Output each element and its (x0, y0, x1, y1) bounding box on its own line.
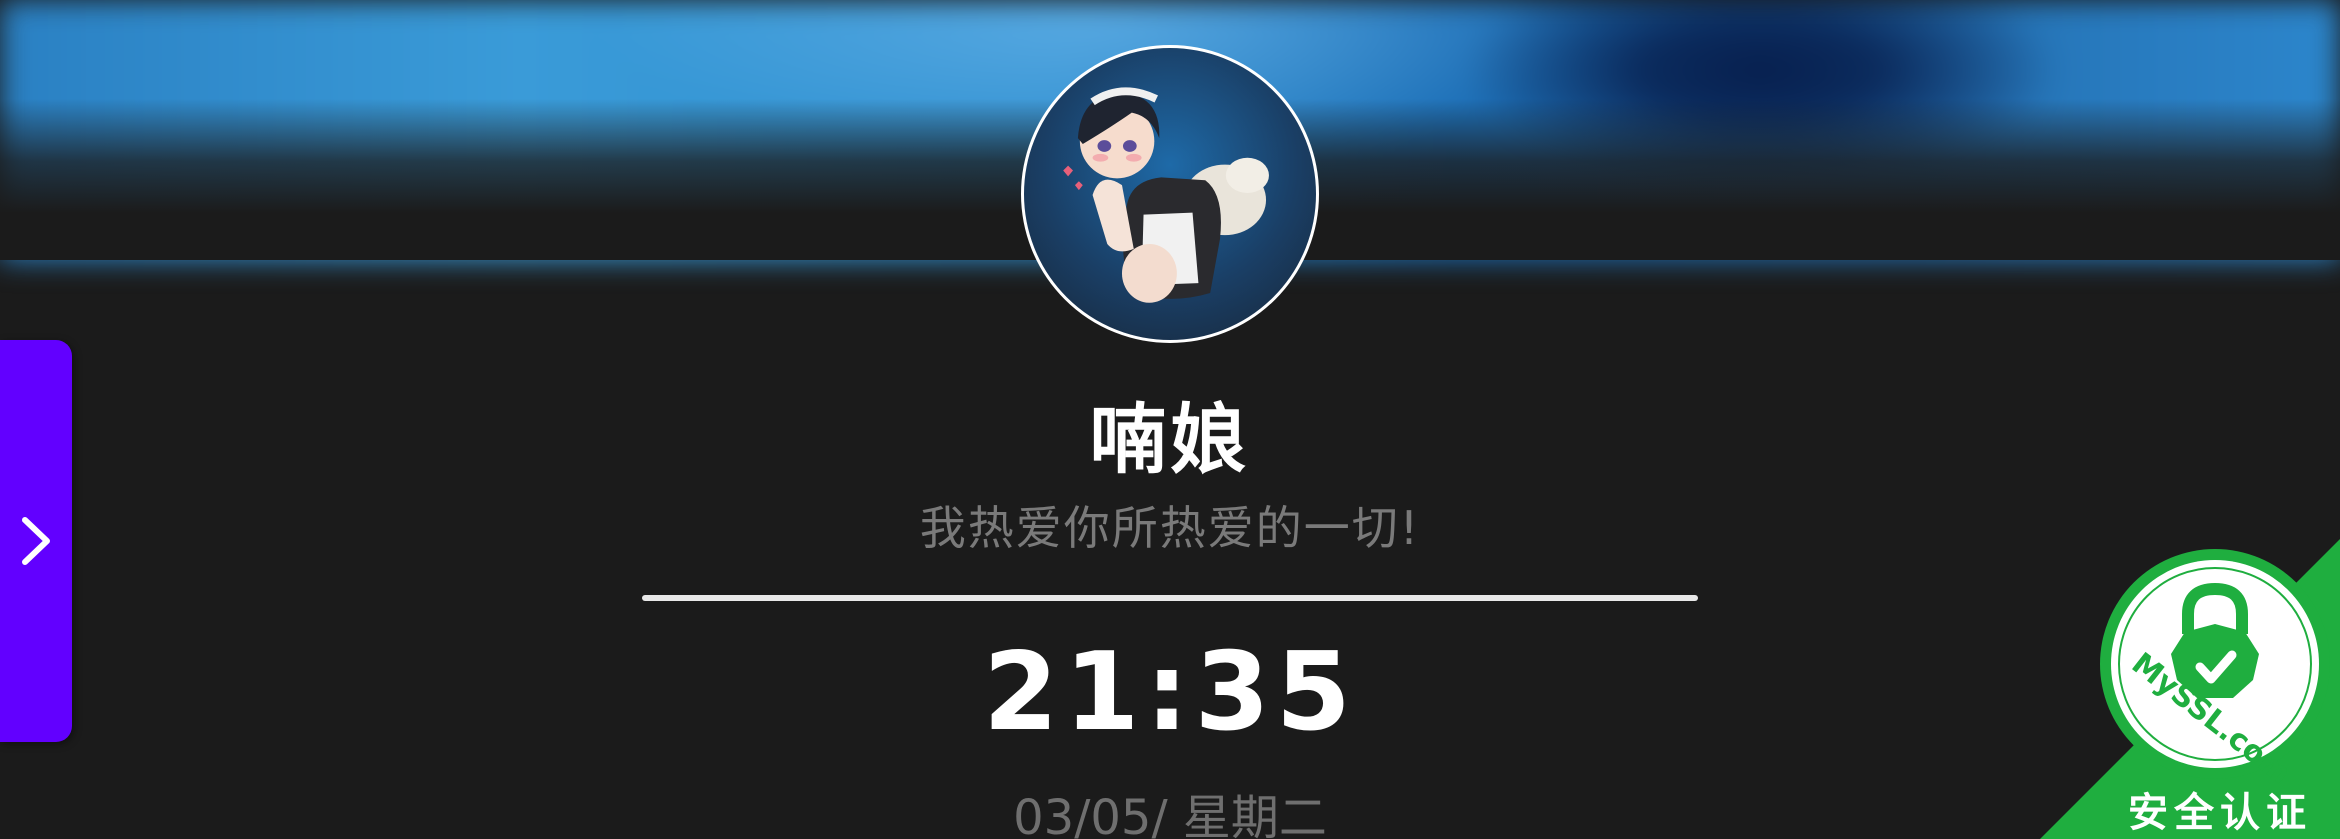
clock-time: 21:35 (983, 630, 1357, 755)
profile-name: 喃娘 (1090, 395, 1250, 484)
chevron-right-icon (22, 517, 50, 565)
page: 喃娘 我热爱你所热爱的一切! 21:35 03/05/ 星期二 MySSL.co… (0, 0, 2340, 839)
seal-label: 安全认证 (2128, 790, 2312, 836)
sidebar-toggle-button[interactable] (0, 340, 72, 742)
avatar[interactable] (1021, 45, 1319, 343)
profile-motto: 我热爱你所热爱的一切! (919, 501, 1421, 555)
clock-date: 03/05/ 星期二 (1013, 790, 1327, 839)
divider (642, 595, 1698, 601)
avatar-illustration (1063, 87, 1269, 303)
